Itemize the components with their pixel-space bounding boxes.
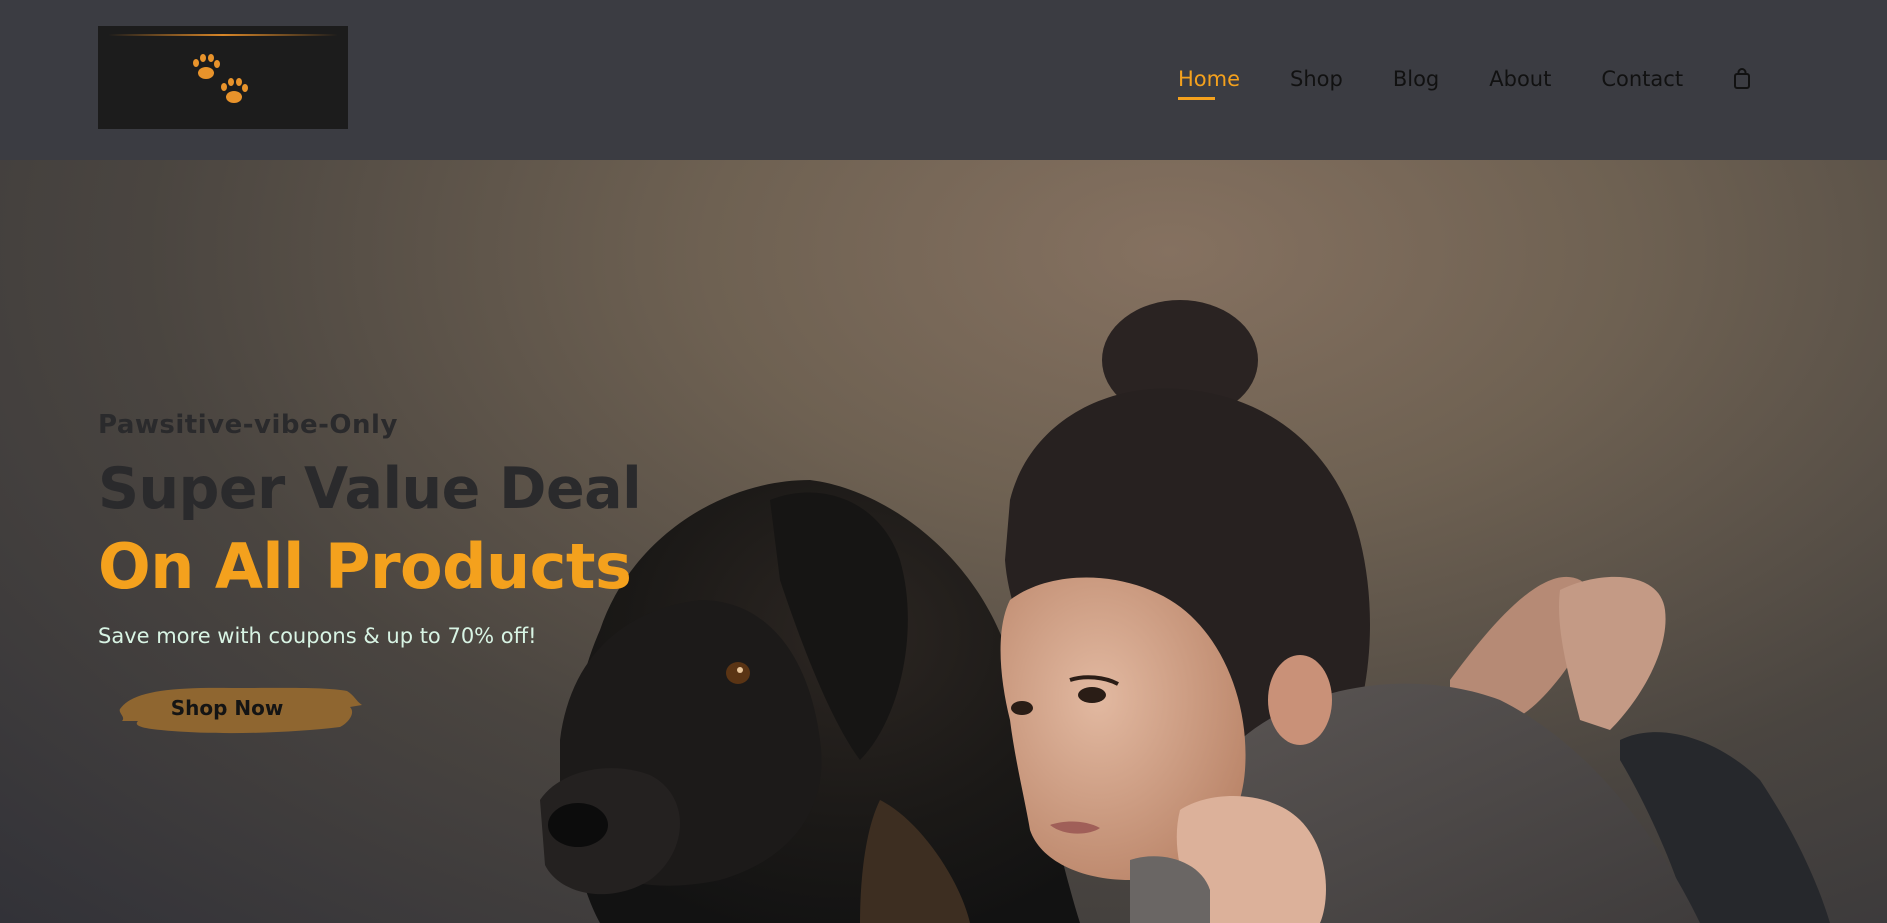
site-header: Home Shop Blog About Contact xyxy=(0,0,1887,160)
shopping-bag-icon[interactable] xyxy=(1733,67,1753,91)
site-logo[interactable] xyxy=(98,26,348,129)
nav-home[interactable]: Home xyxy=(1178,67,1240,100)
paw-prints-icon xyxy=(193,54,248,103)
shop-now-button[interactable]: Shop Now xyxy=(112,679,372,737)
hero-section: Pawsitive-vibe-Only Super Value Deal On … xyxy=(0,160,1887,923)
nav-about[interactable]: About xyxy=(1489,67,1551,91)
main-nav: Home Shop Blog About Contact xyxy=(1178,64,1753,100)
nav-contact[interactable]: Contact xyxy=(1601,67,1683,91)
hero-subtext: Save more with coupons & up to 70% off! xyxy=(98,624,537,648)
hero-headline-accent: On All Products xyxy=(98,530,632,603)
logo-accent-line xyxy=(108,34,338,36)
hero-headline: Super Value Deal xyxy=(98,456,642,522)
hero-eyebrow: Pawsitive-vibe-Only xyxy=(98,410,398,440)
page: Home Shop Blog About Contact Pawsitive-v… xyxy=(0,0,1887,923)
nav-shop[interactable]: Shop xyxy=(1290,67,1343,91)
shop-now-label: Shop Now xyxy=(170,696,284,720)
nav-blog[interactable]: Blog xyxy=(1393,67,1439,91)
